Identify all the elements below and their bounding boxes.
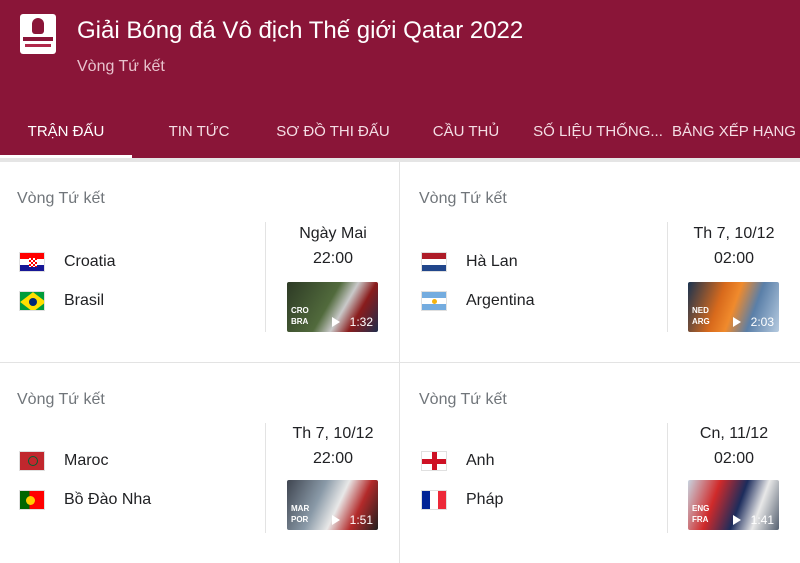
team-code: CRO	[291, 306, 309, 315]
team-row: Brasil	[19, 289, 104, 313]
team-name: Argentina	[466, 292, 535, 309]
team-code: POR	[291, 515, 309, 524]
team-name: Maroc	[64, 452, 109, 469]
card-divider	[265, 423, 266, 533]
tab-label: SƠ ĐỒ THI ĐẤU	[276, 123, 390, 140]
video-duration: 1:41	[750, 513, 774, 527]
team-row: Bồ Đào Nha	[19, 488, 151, 512]
play-icon	[733, 317, 741, 327]
tab-players[interactable]: CẦU THỦ	[420, 118, 512, 158]
match-round: Vòng Tứ kết	[419, 391, 507, 408]
team-row: Argentina	[421, 289, 535, 313]
argentina-flag-icon	[421, 291, 447, 311]
brazil-flag-icon	[19, 291, 45, 311]
team-code: MAR	[291, 504, 310, 513]
highlight-video-thumbnail[interactable]: NED ARG 2:03	[688, 282, 779, 332]
match-round: Vòng Tứ kết	[419, 190, 507, 207]
tab-label: SỐ LIỆU THỐNG...	[533, 123, 663, 140]
video-duration: 1:51	[349, 513, 373, 527]
team-code: BRA	[291, 317, 309, 326]
tournament-subtitle: Vòng Tứ kết	[77, 58, 165, 75]
france-flag-icon	[421, 490, 447, 510]
match-time: 22:00	[312, 450, 354, 467]
team-code: ARG	[692, 317, 710, 326]
play-icon	[332, 515, 340, 525]
tab-label: TRẬN ĐẤU	[27, 123, 105, 140]
team-name: Hà Lan	[466, 253, 518, 270]
tab-label: CẦU THỦ	[432, 123, 500, 140]
highlight-video-thumbnail[interactable]: MAR POR 1:51	[287, 480, 378, 530]
highlight-video-thumbnail[interactable]: ENG FRA 1:41	[688, 480, 779, 530]
match-date: Ngày Mai	[299, 225, 367, 242]
video-duration: 1:32	[349, 315, 373, 329]
tab-bracket[interactable]: SƠ ĐỒ THI ĐẤU	[268, 118, 398, 158]
play-icon	[332, 317, 340, 327]
croatia-flag-icon	[19, 252, 45, 272]
world-cup-logo	[20, 14, 56, 54]
match-time: 02:00	[713, 250, 755, 267]
match-round: Vòng Tứ kết	[17, 391, 105, 408]
tab-matches[interactable]: TRẬN ĐẤU	[0, 118, 132, 158]
match-time: 02:00	[713, 450, 755, 467]
card-divider	[667, 423, 668, 533]
tab-standings[interactable]: BẢNG XẾP HẠNG	[670, 118, 798, 158]
tab-label: BẢNG XẾP HẠNG	[672, 123, 796, 140]
match-time: 22:00	[312, 250, 354, 267]
match-card-mar-por[interactable]: Vòng Tứ kết Maroc Bồ Đào Nha Th 7, 10/12…	[0, 363, 400, 563]
tournament-title[interactable]: Giải Bóng đá Vô địch Thế giới Qatar 2022	[77, 17, 523, 45]
team-name: Pháp	[466, 491, 504, 508]
card-divider	[667, 222, 668, 332]
video-duration: 2:03	[750, 315, 774, 329]
england-flag-icon	[421, 451, 447, 471]
team-name: Anh	[466, 452, 495, 469]
team-code: FRA	[692, 515, 709, 524]
tournament-header: Giải Bóng đá Vô địch Thế giới Qatar 2022…	[0, 0, 800, 158]
match-card-cro-bra[interactable]: Vòng Tứ kết Croatia Brasil Ngày Mai 22:0…	[0, 162, 400, 362]
highlight-video-thumbnail[interactable]: CRO BRA 1:32	[287, 282, 378, 332]
team-row: Maroc	[19, 449, 108, 473]
match-card-eng-fra[interactable]: Vòng Tứ kết Anh Pháp Cn, 11/12 02:00 ENG…	[400, 363, 800, 563]
tab-stats[interactable]: SỐ LIỆU THỐNG...	[528, 118, 668, 158]
morocco-flag-icon	[19, 451, 45, 471]
team-row: Hà Lan	[421, 250, 518, 274]
tab-news[interactable]: TIN TỨC	[150, 118, 248, 158]
netherlands-flag-icon	[421, 252, 447, 272]
team-row: Anh	[421, 449, 494, 473]
match-date: Th 7, 10/12	[693, 225, 775, 242]
team-row: Croatia	[19, 250, 116, 274]
team-name: Brasil	[64, 292, 105, 309]
team-code: ENG	[692, 504, 710, 513]
tab-label: TIN TỨC	[168, 123, 230, 140]
team-name: Croatia	[64, 253, 116, 270]
play-icon	[733, 515, 741, 525]
match-date: Cn, 11/12	[699, 425, 769, 442]
team-name: Bồ Đào Nha	[64, 491, 152, 508]
portugal-flag-icon	[19, 490, 45, 510]
card-divider	[265, 222, 266, 332]
match-round: Vòng Tứ kết	[17, 190, 105, 207]
team-code: NED	[692, 306, 709, 315]
team-row: Pháp	[421, 488, 503, 512]
match-card-ned-arg[interactable]: Vòng Tứ kết Hà Lan Argentina Th 7, 10/12…	[400, 162, 800, 362]
match-date: Th 7, 10/12	[292, 425, 374, 442]
